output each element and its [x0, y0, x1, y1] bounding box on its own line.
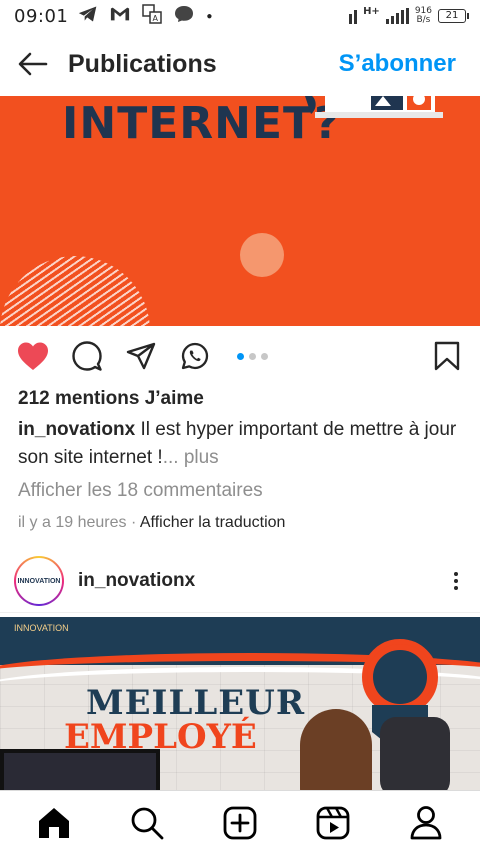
app-header: Publications S’abonner	[0, 32, 480, 96]
like-count[interactable]: 212 mentions J’aime	[18, 388, 204, 410]
carousel-indicator	[237, 353, 268, 360]
network-speed: 916 B/s	[415, 7, 432, 25]
signal-icon-1	[349, 8, 358, 24]
more-options-icon[interactable]	[446, 566, 466, 596]
carousel-dot	[249, 353, 256, 360]
post-image-headline: INTERNET?	[62, 98, 341, 149]
avatar[interactable]: INNOVATION	[14, 556, 64, 606]
reels-icon[interactable]	[313, 803, 353, 843]
image-brand-logo: INNOVATION	[14, 623, 69, 633]
status-time: 09:01	[14, 5, 69, 27]
carousel-dot	[261, 353, 268, 360]
page-title: Publications	[68, 49, 217, 78]
bookmark-save-icon[interactable]	[430, 339, 464, 373]
like-heart-icon[interactable]	[16, 339, 50, 373]
svg-text:A: A	[153, 14, 159, 23]
back-arrow-icon[interactable]	[18, 49, 48, 79]
post-caption: in_novationx Il est hyper important de m…	[18, 416, 468, 472]
view-comments-link[interactable]: Afficher les 18 commentaires	[18, 480, 263, 502]
avatar-logo: INNOVATION	[16, 558, 62, 604]
home-icon[interactable]	[34, 803, 74, 843]
laptop-illustration	[305, 96, 443, 118]
profile-icon[interactable]	[406, 803, 446, 843]
notification-icons: A ●	[78, 3, 213, 29]
telegram-icon	[78, 5, 98, 28]
gmail-icon	[110, 6, 130, 27]
caption-username[interactable]: in_novationx	[18, 419, 135, 440]
meta-separator: ·	[126, 514, 140, 531]
decorative-stripes	[0, 256, 150, 326]
share-send-icon[interactable]	[124, 339, 158, 373]
status-bar: 09:01 A ● H+ 916 B/s 21	[0, 0, 480, 32]
network-type: H+	[363, 6, 380, 17]
carousel-dot-active	[237, 353, 244, 360]
post-meta: il y a 19 heures · Afficher la traductio…	[18, 514, 285, 532]
post-username[interactable]: in_novationx	[78, 570, 195, 592]
signal-icon-2	[385, 8, 409, 24]
post-image[interactable]: INTERNET?	[0, 96, 480, 326]
create-post-icon[interactable]	[220, 803, 260, 843]
post-header: INNOVATION in_novationx	[0, 552, 480, 610]
follow-button[interactable]: S’abonner	[339, 50, 456, 78]
decorative-circle	[240, 233, 284, 277]
monitor-illustration	[0, 749, 160, 792]
search-icon[interactable]	[127, 803, 167, 843]
comment-icon[interactable]	[70, 339, 104, 373]
award-badge	[362, 639, 438, 715]
office-chair	[380, 717, 450, 792]
post-image-2[interactable]: INNOVATION MEILLEUR EMPLOYÉ	[0, 617, 480, 792]
divider	[0, 612, 480, 613]
translate-icon: A	[142, 3, 163, 29]
caption-more-link[interactable]: ... plus	[163, 447, 219, 468]
messenger-icon	[174, 5, 194, 28]
translate-link[interactable]: Afficher la traduction	[140, 514, 286, 531]
battery-icon: 21	[438, 9, 469, 23]
whatsapp-icon[interactable]	[178, 339, 212, 373]
person-photo	[300, 709, 372, 792]
bottom-navigation	[0, 790, 480, 854]
post-timestamp: il y a 19 heures	[18, 514, 127, 531]
dot-icon: ●	[206, 10, 213, 22]
network-speed-unit: B/s	[416, 15, 431, 25]
